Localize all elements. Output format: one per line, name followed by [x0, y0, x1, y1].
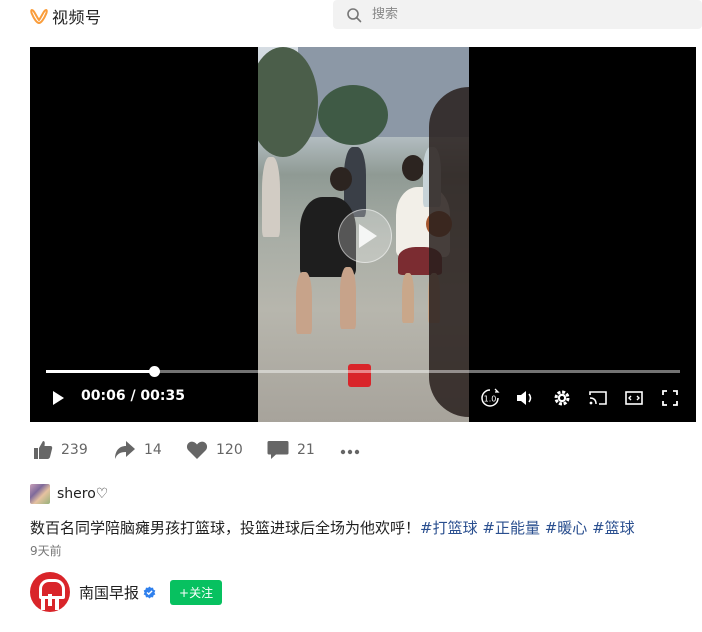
account-card: 南国早报 +关注 [30, 572, 223, 612]
volume-button[interactable] [515, 387, 535, 409]
app-name: 视频号 [52, 8, 102, 27]
hashtag-link[interactable]: #暖心 [545, 519, 588, 537]
app-logo[interactable]: 视频号 [30, 4, 102, 28]
follow-button[interactable]: +关注 [170, 579, 223, 605]
comment-icon [267, 441, 289, 459]
channels-logo-icon [30, 8, 48, 25]
search-input[interactable] [370, 6, 674, 23]
favorite-count: 120 [216, 442, 243, 458]
post-author[interactable]: shero♡ [30, 484, 108, 504]
like-count: 239 [61, 442, 88, 458]
author-name[interactable]: shero♡ [57, 486, 108, 502]
volume-icon [517, 391, 532, 405]
more-button[interactable] [339, 443, 361, 461]
play-icon [53, 391, 64, 405]
share-button[interactable]: 14 [114, 440, 162, 460]
cast-button[interactable] [588, 387, 608, 409]
hashtag-link[interactable]: #打篮球 [420, 519, 478, 537]
comment-count: 21 [297, 442, 315, 458]
progress-handle[interactable] [149, 366, 161, 377]
picture-in-picture-icon [625, 391, 643, 405]
time-display: 00:06 / 00:35 [81, 388, 185, 404]
post-text: 数百名同学陪脑瘫男孩打篮球，投篮进球后全场为他欢呼！ [30, 519, 421, 537]
search-icon [347, 7, 362, 22]
speed-label: 1.0 [484, 395, 497, 404]
picture-in-picture-button[interactable] [624, 387, 644, 409]
account-name[interactable]: 南国早报 [79, 582, 139, 603]
comment-button[interactable]: 21 [267, 440, 315, 460]
like-button[interactable]: 239 [33, 440, 88, 460]
playback-speed-icon: 1.0 [481, 388, 500, 407]
share-arrow-icon [115, 441, 135, 459]
play-button[interactable] [51, 387, 65, 409]
fullscreen-icon [662, 390, 678, 406]
watermark-logo [348, 364, 371, 387]
settings-button[interactable] [552, 387, 572, 409]
cast-icon [589, 391, 607, 405]
progress-fill [46, 370, 155, 373]
share-count: 14 [144, 442, 162, 458]
more-icon [340, 449, 360, 455]
gear-icon [554, 390, 570, 406]
verified-badge-icon [143, 585, 156, 599]
author-avatar[interactable] [30, 484, 50, 504]
hashtag-link[interactable]: #篮球 [592, 519, 635, 537]
center-play-button[interactable] [338, 209, 392, 263]
account-avatar[interactable] [30, 572, 70, 612]
fullscreen-button[interactable] [661, 387, 679, 409]
video-player[interactable]: 00:06 / 00:35 1.0 [30, 47, 696, 422]
heart-icon [186, 441, 208, 459]
thumbs-up-icon [34, 441, 53, 459]
favorite-button[interactable]: 120 [186, 440, 243, 460]
hashtag-link[interactable]: #正能量 [482, 519, 540, 537]
post-date: 9天前 [30, 544, 62, 558]
speed-button[interactable]: 1.0 [480, 387, 500, 409]
progress-bar[interactable] [46, 366, 680, 377]
post-description: 数百名同学陪脑瘫男孩打篮球，投篮进球后全场为他欢呼！#打篮球 #正能量 #暖心 … [30, 517, 635, 538]
search-bar[interactable] [333, 0, 702, 29]
